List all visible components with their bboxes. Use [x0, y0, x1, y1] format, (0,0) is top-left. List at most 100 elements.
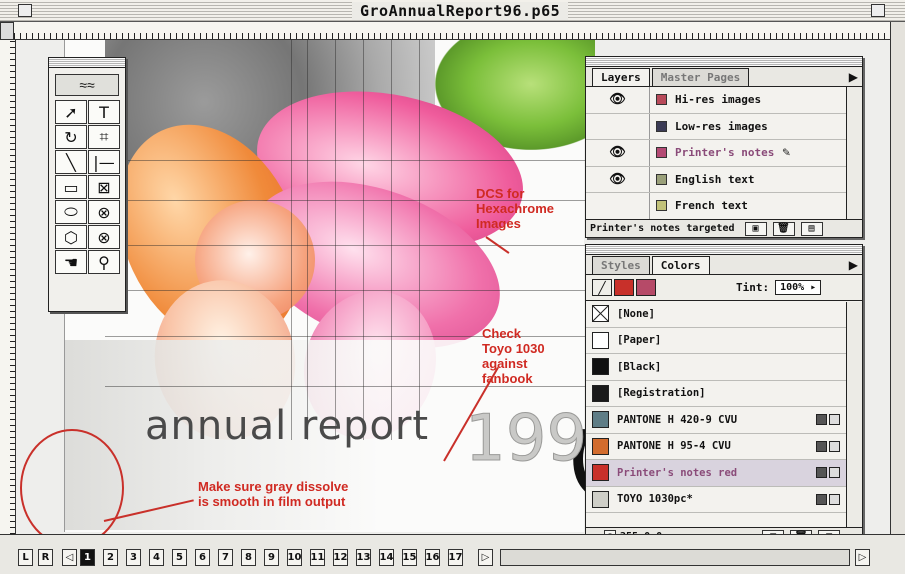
guide-line[interactable] — [291, 40, 292, 440]
color-row[interactable]: Printer's notes red — [586, 460, 862, 487]
layer-options-button[interactable]: ▤ — [800, 221, 823, 236]
page-icon-9[interactable]: 9 — [264, 549, 279, 566]
color-row[interactable]: [None] — [586, 301, 862, 328]
layer-color-swatch[interactable] — [656, 94, 667, 106]
tint-dropdown[interactable]: 100% ▸ — [775, 280, 822, 295]
new-layer-button[interactable]: ▣ — [744, 221, 767, 236]
eye-icon[interactable] — [586, 113, 650, 139]
printer-note-toyo[interactable]: Check Toyo 1030 against fanbook — [482, 326, 545, 387]
annual-report-heading[interactable]: annual report — [145, 403, 429, 449]
color-row[interactable]: [Black] — [586, 354, 862, 381]
rotate-tool[interactable]: ↻ — [55, 125, 87, 149]
layer-color-swatch[interactable] — [656, 173, 667, 185]
ellipse-tool[interactable]: ⬭ — [55, 200, 87, 224]
layer-row[interactable]: 👁 Hi-res images — [586, 87, 862, 114]
eye-icon[interactable]: 👁 — [586, 166, 650, 192]
guide-line[interactable] — [105, 160, 585, 161]
colors-palette[interactable]: Styles Colors ▶ ╱ Tint: 100% ▸ [None] [Pa… — [585, 244, 863, 546]
layers-palette-drag-bar[interactable] — [586, 57, 862, 67]
polygon-tool[interactable]: ⬡ — [55, 225, 87, 249]
master-page-left-button[interactable]: L — [18, 549, 33, 566]
hand-tool[interactable]: ☚ — [55, 250, 87, 274]
rectangle-tool[interactable]: ▭ — [55, 175, 87, 199]
page-icon-4[interactable]: 4 — [149, 549, 164, 566]
eye-icon[interactable] — [586, 193, 650, 219]
palette-menu-arrow-icon[interactable]: ▶ — [849, 70, 858, 84]
ruler-origin[interactable] — [0, 22, 14, 40]
printer-note-gray-dissolve[interactable]: Make sure gray dissolve is smooth in fil… — [198, 479, 348, 510]
eye-icon[interactable]: 👁 — [586, 140, 650, 166]
guide-line[interactable] — [335, 40, 336, 440]
palette-menu-arrow-icon[interactable]: ▶ — [849, 258, 858, 272]
page-icon-15[interactable]: 15 — [402, 549, 417, 566]
layer-row[interactable]: French text — [586, 193, 862, 220]
layer-row[interactable]: 👁 English text — [586, 166, 862, 193]
stroke-mode-button[interactable]: ╱ — [592, 279, 612, 296]
tab-colors[interactable]: Colors — [651, 256, 710, 274]
color-row[interactable]: TOYO 1030pc* — [586, 487, 862, 513]
page-icon-17[interactable]: 17 — [448, 549, 463, 566]
page-icon-12[interactable]: 12 — [333, 549, 348, 566]
pointer-tool[interactable]: ➚ — [55, 100, 87, 124]
tab-layers[interactable]: Layers — [592, 68, 650, 86]
guide-line[interactable] — [419, 40, 420, 440]
colors-scrollbar[interactable] — [846, 302, 862, 527]
color-row[interactable]: PANTONE H 420-9 CVU — [586, 407, 862, 434]
page-icon-11[interactable]: 11 — [310, 549, 325, 566]
page-icon-6[interactable]: 6 — [195, 549, 210, 566]
color-row[interactable]: PANTONE H 95-4 CVU — [586, 434, 862, 460]
page-icon-8[interactable]: 8 — [241, 549, 256, 566]
constrained-line-tool[interactable]: |— — [88, 150, 120, 174]
page-icon-2[interactable]: 2 — [103, 549, 118, 566]
page-scroll-left-icon[interactable]: ◁ — [62, 549, 77, 566]
printer-note-ellipse[interactable] — [20, 429, 124, 547]
guide-line[interactable] — [391, 40, 392, 440]
text-tool[interactable]: T — [88, 100, 120, 124]
page-scroll-right-icon[interactable]: ▷ — [478, 549, 493, 566]
color-row[interactable]: [Paper] — [586, 328, 862, 354]
guide-line[interactable] — [363, 40, 364, 440]
line-tool[interactable]: ╲ — [55, 150, 87, 174]
page-icon-10[interactable]: 10 — [287, 549, 302, 566]
zoom-box[interactable] — [871, 4, 885, 17]
printer-note-dcs[interactable]: DCS for Hexachrome Images — [476, 186, 554, 232]
ellipse-frame-tool[interactable]: ⊗ — [88, 200, 120, 224]
vertical-ruler[interactable] — [0, 40, 16, 534]
toolbox-palette[interactable]: ≈≈ ➚ T ↻ ⌗ ╲ |— ▭ ⊠ ⬭ ⊗ ⬡ ⊗ ☚ ⚲ — [48, 57, 126, 312]
horizontal-ruler[interactable] — [14, 22, 890, 40]
layer-color-swatch[interactable] — [656, 147, 667, 159]
layers-palette[interactable]: Layers Master Pages ▶ 👁 Hi-res images Low-… — [585, 56, 863, 238]
crop-tool[interactable]: ⌗ — [88, 125, 120, 149]
fill-mode-button[interactable] — [614, 279, 634, 296]
guide-line[interactable] — [105, 290, 585, 291]
master-page-right-button[interactable]: R — [38, 549, 53, 566]
toolbox-drag-bar[interactable] — [49, 58, 125, 68]
both-mode-button[interactable] — [636, 279, 656, 296]
layer-color-swatch[interactable] — [656, 120, 667, 132]
rectangle-frame-tool[interactable]: ⊠ — [88, 175, 120, 199]
eye-icon[interactable]: 👁 — [586, 87, 650, 113]
page-icon-16[interactable]: 16 — [425, 549, 440, 566]
document-page[interactable]: Gro annual report 1996 — [64, 40, 692, 532]
colors-palette-drag-bar[interactable] — [586, 245, 862, 255]
tab-master-pages[interactable]: Master Pages — [651, 68, 750, 86]
guide-line[interactable] — [105, 245, 585, 246]
page-icon-14[interactable]: 14 — [379, 549, 394, 566]
scroll-right-arrow-icon[interactable]: ▷ — [855, 549, 870, 566]
layer-row[interactable]: 👁 Printer's notes ✎ — [586, 140, 862, 167]
tab-styles[interactable]: Styles — [592, 256, 650, 274]
window-vertical-scrollbar[interactable] — [890, 22, 905, 534]
delete-layer-icon[interactable]: 🗑 — [772, 221, 795, 236]
guide-line[interactable] — [307, 40, 308, 440]
page-icon-13[interactable]: 13 — [356, 549, 371, 566]
layer-row[interactable]: Low-res images — [586, 113, 862, 140]
page-icon-7[interactable]: 7 — [218, 549, 233, 566]
close-box[interactable] — [18, 4, 32, 17]
page-icon-5[interactable]: 5 — [172, 549, 187, 566]
layer-color-swatch[interactable] — [656, 200, 667, 212]
window-titlebar[interactable]: GroAnnualReport96.p65 — [0, 0, 905, 22]
layers-scrollbar[interactable] — [846, 87, 862, 219]
page-icon-1[interactable]: 1 — [80, 549, 95, 566]
color-row[interactable]: [Registration] — [586, 381, 862, 407]
polygon-frame-tool[interactable]: ⊗ — [88, 225, 120, 249]
